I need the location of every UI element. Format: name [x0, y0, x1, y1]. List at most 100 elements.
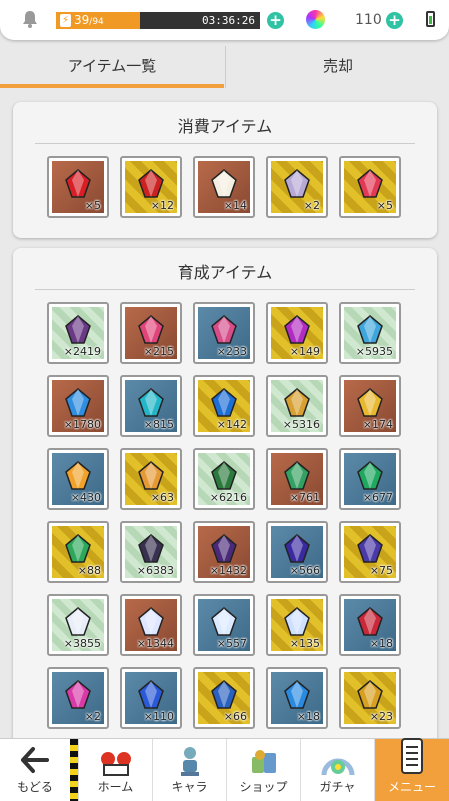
growth-item[interactable]: ×1344 [120, 594, 182, 656]
growth-item[interactable]: ×63 [120, 448, 182, 510]
growth-item[interactable]: ×174 [339, 375, 401, 437]
nav-back[interactable]: もどる [0, 739, 70, 801]
menu-scroll-icon [394, 738, 430, 779]
item-background: ×18 [344, 599, 396, 651]
growth-item[interactable]: ×18 [266, 667, 328, 729]
growth-item[interactable]: ×233 [193, 302, 255, 364]
item-background: ×66 [198, 672, 250, 724]
item-background: ×18 [271, 672, 323, 724]
nav-gacha-label: ガチャ [319, 780, 356, 794]
growth-item[interactable]: ×1780 [47, 375, 109, 437]
growth-item[interactable]: ×88 [47, 521, 109, 583]
item-count: ×1344 [136, 637, 174, 650]
growth-item[interactable]: ×1432 [193, 521, 255, 583]
nav-home[interactable]: ホーム [78, 739, 152, 801]
growth-item[interactable]: ×2 [47, 667, 109, 729]
growth-item[interactable]: ×557 [193, 594, 255, 656]
item-count: ×233 [216, 345, 247, 358]
red-scroll-icon [356, 607, 384, 637]
item-background: ×2 [52, 672, 104, 724]
nav-shop-label: ショップ [239, 780, 288, 794]
tab-item-list[interactable]: アイテム一覧 [0, 46, 224, 88]
red-potion-icon [64, 169, 92, 199]
blue-scroll-icon [137, 680, 165, 710]
item-background: ×5316 [271, 380, 323, 432]
growth-item[interactable]: ×3855 [47, 594, 109, 656]
item-count: ×815 [143, 418, 174, 431]
growth-item[interactable]: ×2419 [47, 302, 109, 364]
consumable-item[interactable]: ×2 [266, 156, 328, 218]
growth-item[interactable]: ×18 [339, 594, 401, 656]
growth-item[interactable]: ×110 [120, 667, 182, 729]
item-count: ×5 [376, 199, 393, 212]
item-count: ×6216 [209, 491, 247, 504]
item-count: ×18 [369, 637, 393, 650]
growth-item[interactable]: ×215 [120, 302, 182, 364]
item-background: ×557 [198, 599, 250, 651]
gold-scroll-icon [356, 680, 384, 710]
growth-item[interactable]: ×135 [266, 594, 328, 656]
dark-purple-gem-icon [210, 534, 238, 564]
growth-item[interactable]: ×23 [339, 667, 401, 729]
item-background: ×23 [344, 672, 396, 724]
item-background: ×5 [52, 161, 104, 213]
gold-crystal-icon [356, 388, 384, 418]
battery-icon [426, 11, 435, 27]
item-count: ×2419 [63, 345, 101, 358]
growth-item[interactable]: ×761 [266, 448, 328, 510]
pink-crystal-icon [137, 315, 165, 345]
green-ore-icon [210, 461, 238, 491]
item-count: ×677 [362, 491, 393, 504]
item-background: ×1344 [125, 599, 177, 651]
item-background: ×566 [271, 526, 323, 578]
item-background: ×63 [125, 453, 177, 505]
tab-sell[interactable]: 売却 [225, 46, 449, 88]
growth-item[interactable]: ×566 [266, 521, 328, 583]
status-bar: ⚡ 39/94 03:36:26 + 110 + [0, 0, 449, 40]
item-count: ×12 [150, 199, 174, 212]
nav-menu[interactable]: メニュー [374, 738, 449, 801]
nav-back-label: もどる [17, 780, 53, 794]
nav-shop[interactable]: ショップ [226, 739, 300, 801]
diamond-winged-icon [283, 607, 311, 637]
growth-item[interactable]: ×5316 [266, 375, 328, 437]
shop-icon [246, 745, 282, 779]
growth-item[interactable]: ×142 [193, 375, 255, 437]
item-background: ×677 [344, 453, 396, 505]
item-background: ×110 [125, 672, 177, 724]
nav-gacha[interactable]: ガチャ [300, 739, 374, 801]
add-stamina-button[interactable]: + [267, 12, 284, 29]
growth-item[interactable]: ×6383 [120, 521, 182, 583]
consumable-item[interactable]: ×5 [47, 156, 109, 218]
indigo-winged-gem-icon [356, 534, 384, 564]
blue-gem-icon [64, 388, 92, 418]
growth-item[interactable]: ×149 [266, 302, 328, 364]
growth-item[interactable]: ×66 [193, 667, 255, 729]
nav-character[interactable]: キャラ [152, 739, 226, 801]
item-count: ×174 [362, 418, 393, 431]
add-gem-button[interactable]: + [386, 12, 403, 29]
growth-item[interactable]: ×75 [339, 521, 401, 583]
notification-bell-icon[interactable] [22, 10, 38, 28]
dark-ore-icon [137, 534, 165, 564]
item-count: ×3855 [63, 637, 101, 650]
item-count: ×18 [296, 710, 320, 723]
item-count: ×5 [84, 199, 101, 212]
growth-item[interactable]: ×5935 [339, 302, 401, 364]
consumables-panel: 消費アイテム ×5 ×12 ×14 ×2 ×5 [13, 102, 437, 238]
magenta-gem-icon [283, 315, 311, 345]
item-background: ×14 [198, 161, 250, 213]
item-background: ×6216 [198, 453, 250, 505]
diamond-icon [210, 607, 238, 637]
consumables-title: 消費アイテム [35, 111, 415, 144]
item-background: ×3855 [52, 599, 104, 651]
growth-item[interactable]: ×6216 [193, 448, 255, 510]
growth-item[interactable]: ×815 [120, 375, 182, 437]
growth-item[interactable]: ×677 [339, 448, 401, 510]
consumable-item[interactable]: ×5 [339, 156, 401, 218]
consumable-item[interactable]: ×12 [120, 156, 182, 218]
item-count: ×142 [216, 418, 247, 431]
blue-scroll-gold-icon [210, 680, 238, 710]
growth-item[interactable]: ×430 [47, 448, 109, 510]
consumable-item[interactable]: ×14 [193, 156, 255, 218]
